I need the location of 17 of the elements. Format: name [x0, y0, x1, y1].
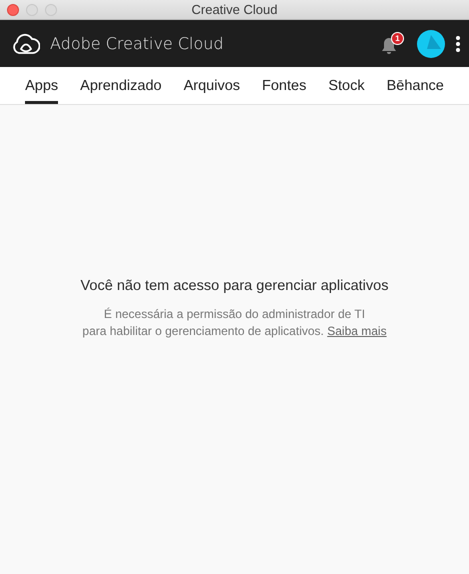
app-name: Adobe Creative Cloud	[50, 34, 225, 53]
tab[interactable]: Stock	[328, 67, 365, 104]
notification-badge: 1	[391, 32, 404, 44]
tab[interactable]: Aprendizado	[80, 67, 162, 104]
window-title: Creative Cloud	[192, 2, 278, 17]
message-text: É necessária a permissão do administrador de TI para habilitar o gerenciamento de aplicativos. Saiba mais	[82, 306, 387, 340]
tab[interactable]: Bēhance	[386, 67, 444, 104]
more-icon[interactable]	[455, 34, 461, 52]
close-button[interactable]	[7, 4, 19, 16]
tab[interactable]: Arquivos	[184, 67, 240, 104]
message-title: Você não tem acesso para gerenciar aplicativos	[80, 278, 388, 294]
logo-icon	[12, 32, 40, 54]
tab[interactable]: Apps	[25, 67, 58, 104]
bell-icon[interactable]	[381, 36, 397, 54]
learn-more-link[interactable]: Saiba mais	[327, 324, 387, 338]
tab[interactable]: Fontes	[262, 67, 306, 104]
avatar-icon[interactable]	[417, 30, 445, 58]
